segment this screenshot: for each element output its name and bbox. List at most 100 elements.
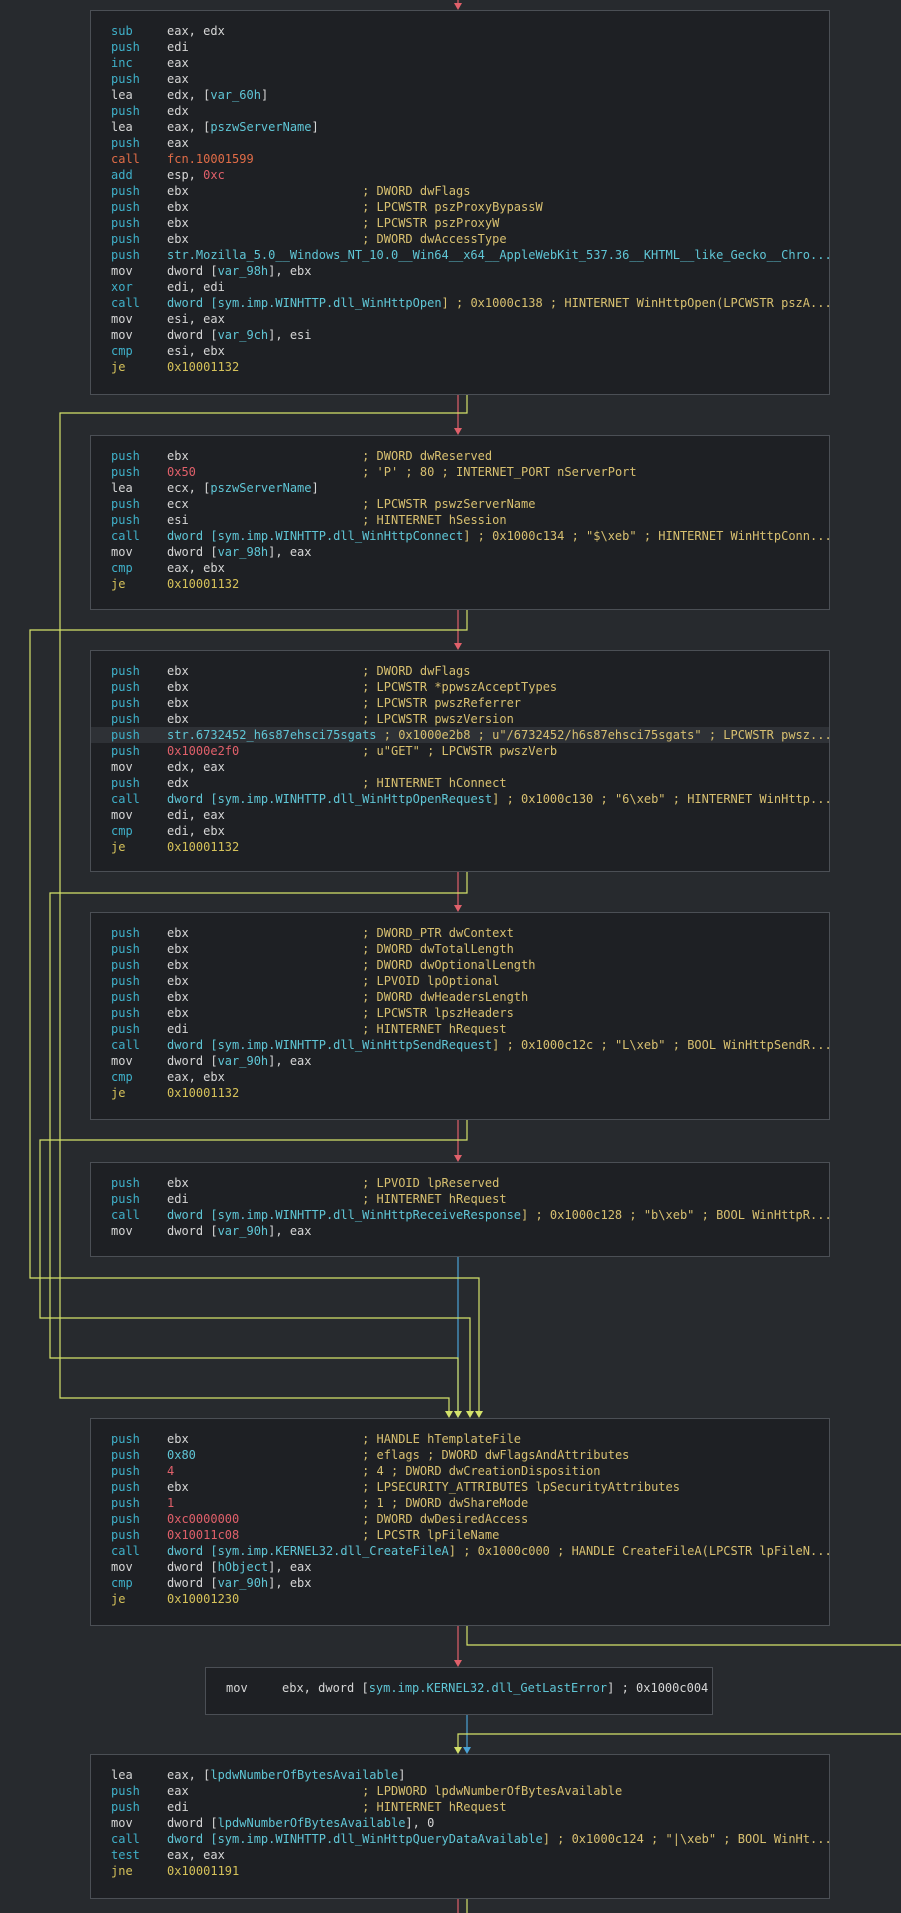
asm-line[interactable]: push esi ; HINTERNET hSession — [91, 512, 829, 528]
asm-operand: eax — [167, 136, 189, 150]
asm-operand: ; LPCWSTR *ppwszAcceptTypes — [362, 680, 558, 694]
asm-line[interactable]: push edi ; HINTERNET hRequest — [91, 1191, 829, 1207]
asm-mnemonic: push — [111, 664, 140, 678]
asm-line[interactable]: sub eax, edx — [91, 23, 829, 39]
asm-line[interactable]: call dword [sym.imp.WINHTTP.dll_WinHttpQu… — [91, 1831, 829, 1847]
asm-line[interactable]: mov dword [var_98h], ebx — [91, 263, 829, 279]
code-block-createfilea[interactable]: push ebx ; HANDLE hTemplateFile push 0x80 ;… — [90, 1418, 830, 1626]
asm-line[interactable]: mov dword [var_90h], eax — [91, 1223, 829, 1239]
asm-line[interactable]: cmp dword [var_90h], ebx — [91, 1575, 829, 1591]
asm-line[interactable]: push ebx ; DWORD_PTR dwContext — [91, 925, 829, 941]
asm-line[interactable]: call dword [sym.imp.WINHTTP.dll_WinHttpOp… — [91, 791, 829, 807]
asm-line[interactable]: push 0xc0000000 ; DWORD dwDesiredAccess — [91, 1511, 829, 1527]
asm-mnemonic: inc — [111, 56, 133, 70]
asm-line[interactable]: inc eax — [91, 55, 829, 71]
asm-line[interactable]: push ebx ; DWORD dwFlags — [91, 663, 829, 679]
asm-line[interactable]: push 0x50 ; 'P' ; 80 ; INTERNET_PORT nSer… — [91, 464, 829, 480]
asm-line[interactable]: push ebx ; DWORD dwOptionalLength — [91, 957, 829, 973]
asm-line[interactable]: jne 0x10001191 — [91, 1863, 829, 1879]
asm-line[interactable]: mov dword [var_90h], eax — [91, 1053, 829, 1069]
asm-line[interactable]: call dword [sym.imp.WINHTTP.dll_WinHttpCo… — [91, 528, 829, 544]
asm-line[interactable]: push ebx ; LPCWSTR lpszHeaders — [91, 1005, 829, 1021]
asm-line[interactable]: mov dword [var_9ch], esi — [91, 327, 829, 343]
asm-line[interactable]: cmp eax, ebx — [91, 1069, 829, 1085]
asm-line[interactable]: push ebx ; DWORD dwReserved — [91, 448, 829, 464]
asm-operand: ] ; 0x1000c000 ; HANDLE CreateFileA(LPCS… — [448, 1544, 829, 1558]
asm-line[interactable]: mov esi, eax — [91, 311, 829, 327]
asm-line[interactable]: push ebx ; LPCWSTR pwszReferrer — [91, 695, 829, 711]
asm-line[interactable]: push 1 ; 1 ; DWORD dwShareMode — [91, 1495, 829, 1511]
code-block-winhttpsendrequest[interactable]: push ebx ; DWORD_PTR dwContext push ebx ; D… — [90, 912, 830, 1120]
asm-line[interactable]: push edx — [91, 103, 829, 119]
asm-line[interactable]: push ebx ; DWORD dwTotalLength — [91, 941, 829, 957]
asm-operand: 0xc — [203, 168, 225, 182]
asm-mnemonic: cmp — [111, 1576, 133, 1590]
asm-line[interactable]: test eax, eax — [91, 1847, 829, 1863]
asm-line[interactable]: push ebx ; HANDLE hTemplateFile — [91, 1431, 829, 1447]
code-block-winhttpopen[interactable]: sub eax, edx push edi inc eax push eax lea edx, [… — [90, 10, 830, 395]
asm-line[interactable]: call fcn.10001599 — [91, 151, 829, 167]
asm-line[interactable]: cmp eax, ebx — [91, 560, 829, 576]
asm-line[interactable]: cmp edi, ebx — [91, 823, 829, 839]
asm-line[interactable]: cmp esi, ebx — [91, 343, 829, 359]
asm-operand: lpdwNumberOfBytesAvailable — [210, 1768, 399, 1782]
asm-line[interactable]: je 0x10001132 — [91, 1085, 829, 1101]
asm-operand: ebx — [167, 184, 363, 198]
asm-operand: ; LPVOID lpReserved — [362, 1176, 500, 1190]
asm-line[interactable]: push 4 ; 4 ; DWORD dwCreationDisposition — [91, 1463, 829, 1479]
asm-line[interactable]: push edx ; HINTERNET hConnect — [91, 775, 829, 791]
asm-line[interactable]: xor edi, edi — [91, 279, 829, 295]
asm-line[interactable]: mov dword [lpdwNumberOfBytesAvailable], 0 — [91, 1815, 829, 1831]
asm-operand: esi, ebx — [167, 344, 225, 358]
asm-line[interactable]: push ebx ; DWORD dwAccessType — [91, 231, 829, 247]
asm-line[interactable]: call dword [sym.imp.WINHTTP.dll_WinHttpOp… — [91, 295, 829, 311]
asm-line[interactable]: push 0x80 ; eflags ; DWORD dwFlagsAndAttr… — [91, 1447, 829, 1463]
asm-operand: edx — [167, 776, 363, 790]
asm-operand: var_98h — [217, 545, 269, 559]
asm-line[interactable]: lea eax, [pszwServerName] — [91, 119, 829, 135]
asm-line[interactable]: mov dword [var_98h], eax — [91, 544, 829, 560]
code-block-getlasterror[interactable]: mov ebx, dword [sym.imp.KERNEL32.dll_GetL… — [205, 1667, 713, 1715]
asm-line[interactable]: push 0x10011c08 ; LPCSTR lpFileName — [91, 1527, 829, 1543]
asm-line[interactable]: push eax — [91, 135, 829, 151]
asm-line[interactable]: push edi — [91, 39, 829, 55]
asm-line[interactable]: push str.Mozilla_5.0__Windows_NT_10.0__Wi… — [91, 247, 829, 263]
asm-line[interactable]: call dword [sym.imp.WINHTTP.dll_WinHttpSe… — [91, 1037, 829, 1053]
asm-line[interactable]: je 0x10001132 — [91, 359, 829, 375]
asm-line[interactable]: push ebx ; LPCWSTR pszProxyBypassW — [91, 199, 829, 215]
asm-line[interactable]: push ecx ; LPCWSTR pswzServerName — [91, 496, 829, 512]
asm-line[interactable]: push ebx ; LPSECURITY_ATTRIBUTES lpSecuri… — [91, 1479, 829, 1495]
asm-line[interactable]: push edi ; HINTERNET hRequest — [91, 1021, 829, 1037]
asm-line[interactable]: push ebx ; LPCWSTR *ppwszAcceptTypes — [91, 679, 829, 695]
asm-line[interactable]: call dword [sym.imp.WINHTTP.dll_WinHttpRe… — [91, 1207, 829, 1223]
asm-line[interactable]: je 0x10001132 — [91, 576, 829, 592]
asm-line[interactable]: push ebx ; LPVOID lpReserved — [91, 1175, 829, 1191]
asm-line[interactable]: lea edx, [var_60h] — [91, 87, 829, 103]
asm-line[interactable]: je 0x10001230 — [91, 1591, 829, 1607]
asm-line[interactable]: mov dword [hObject], eax — [91, 1559, 829, 1575]
asm-line[interactable]: push eax — [91, 71, 829, 87]
asm-line[interactable]: mov edx, eax — [91, 759, 829, 775]
asm-line[interactable]: mov ebx, dword [sym.imp.KERNEL32.dll_GetL… — [206, 1680, 712, 1696]
asm-line[interactable]: lea ecx, [pszwServerName] — [91, 480, 829, 496]
code-block-winhttpquerydataavailable[interactable]: lea eax, [lpdwNumberOfBytesAvailable] push… — [90, 1754, 830, 1899]
asm-operand: ebx — [167, 232, 363, 246]
asm-line[interactable]: push ebx ; LPCWSTR pwszVersion — [91, 711, 829, 727]
code-block-winhttpopenrequest[interactable]: push ebx ; DWORD dwFlags push ebx ; LPCWSTR… — [90, 650, 830, 872]
asm-line[interactable]: mov edi, eax — [91, 807, 829, 823]
asm-line[interactable]: je 0x10001132 — [91, 839, 829, 855]
asm-operand: ; LPCWSTR pszProxyW — [362, 216, 500, 230]
asm-line[interactable]: push str.6732452_h6s87ehsci75sgats ; 0x10… — [91, 727, 829, 743]
asm-line[interactable]: push edi ; HINTERNET hRequest — [91, 1799, 829, 1815]
asm-line[interactable]: push ebx ; DWORD dwFlags — [91, 183, 829, 199]
asm-line[interactable]: lea eax, [lpdwNumberOfBytesAvailable] — [91, 1767, 829, 1783]
asm-line[interactable]: push ebx ; DWORD dwHeadersLength — [91, 989, 829, 1005]
code-block-winhttpconnect[interactable]: push ebx ; DWORD dwReserved push 0x50 ; 'P'… — [90, 435, 830, 610]
asm-line[interactable]: push ebx ; LPCWSTR pszProxyW — [91, 215, 829, 231]
asm-line[interactable]: call dword [sym.imp.KERNEL32.dll_CreateFi… — [91, 1543, 829, 1559]
code-block-winhttpreceiveresponse[interactable]: push ebx ; LPVOID lpReserved push edi ; HIN… — [90, 1162, 830, 1257]
asm-line[interactable]: push eax ; LPDWORD lpdwNumberOfBytesAvail… — [91, 1783, 829, 1799]
asm-line[interactable]: add esp, 0xc — [91, 167, 829, 183]
asm-line[interactable]: push ebx ; LPVOID lpOptional — [91, 973, 829, 989]
asm-line[interactable]: push 0x1000e2f0 ; u"GET" ; LPCWSTR pwszVe… — [91, 743, 829, 759]
